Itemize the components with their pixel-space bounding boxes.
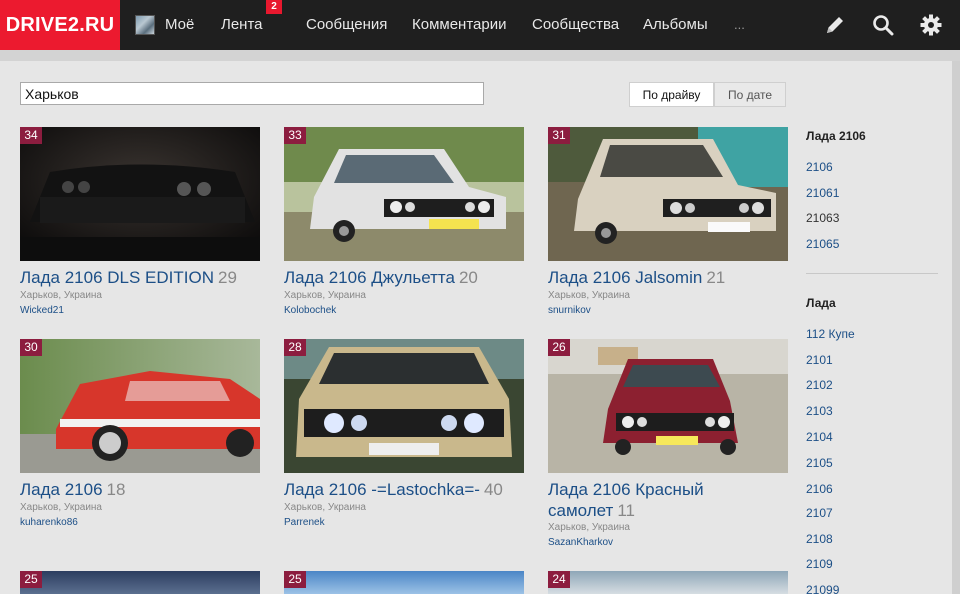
car-title[interactable]: Лада 2106 Джульетта 20 <box>284 267 524 288</box>
search-input[interactable] <box>20 82 484 105</box>
car-title[interactable]: Лада 2106 Красный самолет 11 <box>548 479 788 521</box>
sidebar-item-21065[interactable]: 21065 <box>806 237 839 251</box>
nav-item-communities[interactable]: Сообщества <box>532 0 619 50</box>
sidebar-item-2109[interactable]: 2109 <box>806 557 833 571</box>
pencil-icon[interactable] <box>823 13 847 37</box>
sidebar-item-2105[interactable]: 2105 <box>806 456 833 470</box>
rank-badge: 26 <box>548 339 570 356</box>
car-photo[interactable] <box>548 339 788 473</box>
car-title[interactable]: Лада 2106 18 <box>20 479 260 500</box>
rank-badge: 30 <box>20 339 42 356</box>
sidebar-item-2106-lada[interactable]: 2106 <box>806 482 833 496</box>
car-title-link[interactable]: Лада 2106 DLS EDITION <box>20 268 214 287</box>
car-title[interactable]: Лада 2106 -=Lastochka=- 40 <box>284 479 524 500</box>
sidebar-item-2108[interactable]: 2108 <box>806 532 833 546</box>
car-photo[interactable] <box>548 571 788 594</box>
car-photo[interactable] <box>284 127 524 261</box>
sort-by-date-button[interactable]: По дате <box>714 82 786 107</box>
search-icon[interactable] <box>871 13 895 37</box>
rank-badge: 25 <box>20 571 42 588</box>
car-photo[interactable] <box>20 127 260 261</box>
car-photo[interactable] <box>20 571 260 594</box>
nav-item-more[interactable]: ... <box>734 0 745 50</box>
car-card[interactable]: 25 <box>20 571 260 594</box>
car-location: Харьков, Украина <box>20 502 102 513</box>
rank-badge: 33 <box>284 127 306 144</box>
sidebar-item-2106[interactable]: 2106 <box>806 160 833 174</box>
top-navigation-bar: DRIVE2.RU Моё Лента 2 Сообщения Коммента… <box>0 0 960 50</box>
car-card[interactable]: 25 <box>284 571 524 594</box>
car-location: Харьков, Украина <box>548 522 630 533</box>
nav-item-comments[interactable]: Комментарии <box>412 0 506 50</box>
sidebar-item-2103[interactable]: 2103 <box>806 404 833 418</box>
car-photo[interactable] <box>284 571 524 594</box>
car-owner-link[interactable]: SazanKharkov <box>548 537 613 548</box>
drive-count: 20 <box>458 268 478 287</box>
nav-item-albums[interactable]: Альбомы <box>643 0 708 50</box>
sidebar-item-2101[interactable]: 2101 <box>806 353 833 367</box>
gear-icon[interactable] <box>919 13 943 37</box>
sidebar-item-21063[interactable]: 21063 <box>806 211 839 225</box>
car-title-link[interactable]: Лада 2106 Jalsomin <box>548 268 702 287</box>
car-owner-link[interactable]: kuharenko86 <box>20 517 78 528</box>
car-photo[interactable] <box>284 339 524 473</box>
user-avatar[interactable] <box>135 15 155 35</box>
page-scroll-edge[interactable] <box>952 61 960 594</box>
sidebar-heading-lada: Лада <box>806 296 836 310</box>
nav-item-moe[interactable]: Моё <box>165 0 194 50</box>
rank-badge: 28 <box>284 339 306 356</box>
car-location: Харьков, Украина <box>284 502 366 513</box>
drive-count: 29 <box>218 268 237 287</box>
feed-notification-badge: 2 <box>266 0 282 14</box>
car-owner-link[interactable]: snurnikov <box>548 305 591 316</box>
sidebar-item-21099[interactable]: 21099 <box>806 583 839 594</box>
car-title[interactable]: Лада 2106 DLS EDITION 29 <box>20 267 260 288</box>
sidebar-item-112-coupe[interactable]: 112 Купе <box>806 327 855 341</box>
car-location: Харьков, Украина <box>284 290 366 301</box>
car-photo[interactable] <box>20 339 260 473</box>
sidebar-divider <box>806 273 938 274</box>
car-title-link[interactable]: Лада 2106 -=Lastochka=- <box>284 480 480 499</box>
sidebar-item-2107[interactable]: 2107 <box>806 506 833 520</box>
sidebar-item-2102[interactable]: 2102 <box>806 378 833 392</box>
car-title-link[interactable]: Лада 2106 Джульетта <box>284 268 455 287</box>
car-location: Харьков, Украина <box>548 290 630 301</box>
nav-item-messages[interactable]: Сообщения <box>306 0 387 50</box>
car-location: Харьков, Украина <box>20 290 102 301</box>
sidebar-heading-lada-2106: Лада 2106 <box>806 129 866 143</box>
car-photo[interactable] <box>548 127 788 261</box>
sidebar-item-2104[interactable]: 2104 <box>806 430 833 444</box>
drive-count: 21 <box>706 268 726 287</box>
car-title[interactable]: Лада 2106 Jalsomin 21 <box>548 267 788 288</box>
rank-badge: 24 <box>548 571 570 588</box>
site-logo[interactable]: DRIVE2.RU <box>0 0 120 50</box>
drive-count: 11 <box>617 501 635 520</box>
car-title-link[interactable]: Лада 2106 <box>20 480 103 499</box>
rank-badge: 31 <box>548 127 570 144</box>
car-owner-link[interactable]: Wicked21 <box>20 305 64 316</box>
header-divider-strip <box>0 50 960 61</box>
drive-count: 18 <box>106 480 126 499</box>
car-card[interactable]: 24 <box>548 571 788 594</box>
sidebar-item-21061[interactable]: 21061 <box>806 186 839 200</box>
drive-count: 40 <box>483 480 503 499</box>
car-owner-link[interactable]: Parrenek <box>284 517 325 528</box>
nav-item-feed[interactable]: Лента <box>221 0 263 50</box>
rank-badge: 34 <box>20 127 42 144</box>
sort-by-drive-button[interactable]: По драйву <box>629 82 714 107</box>
rank-badge: 25 <box>284 571 306 588</box>
car-owner-link[interactable]: Kolobochek <box>284 305 336 316</box>
